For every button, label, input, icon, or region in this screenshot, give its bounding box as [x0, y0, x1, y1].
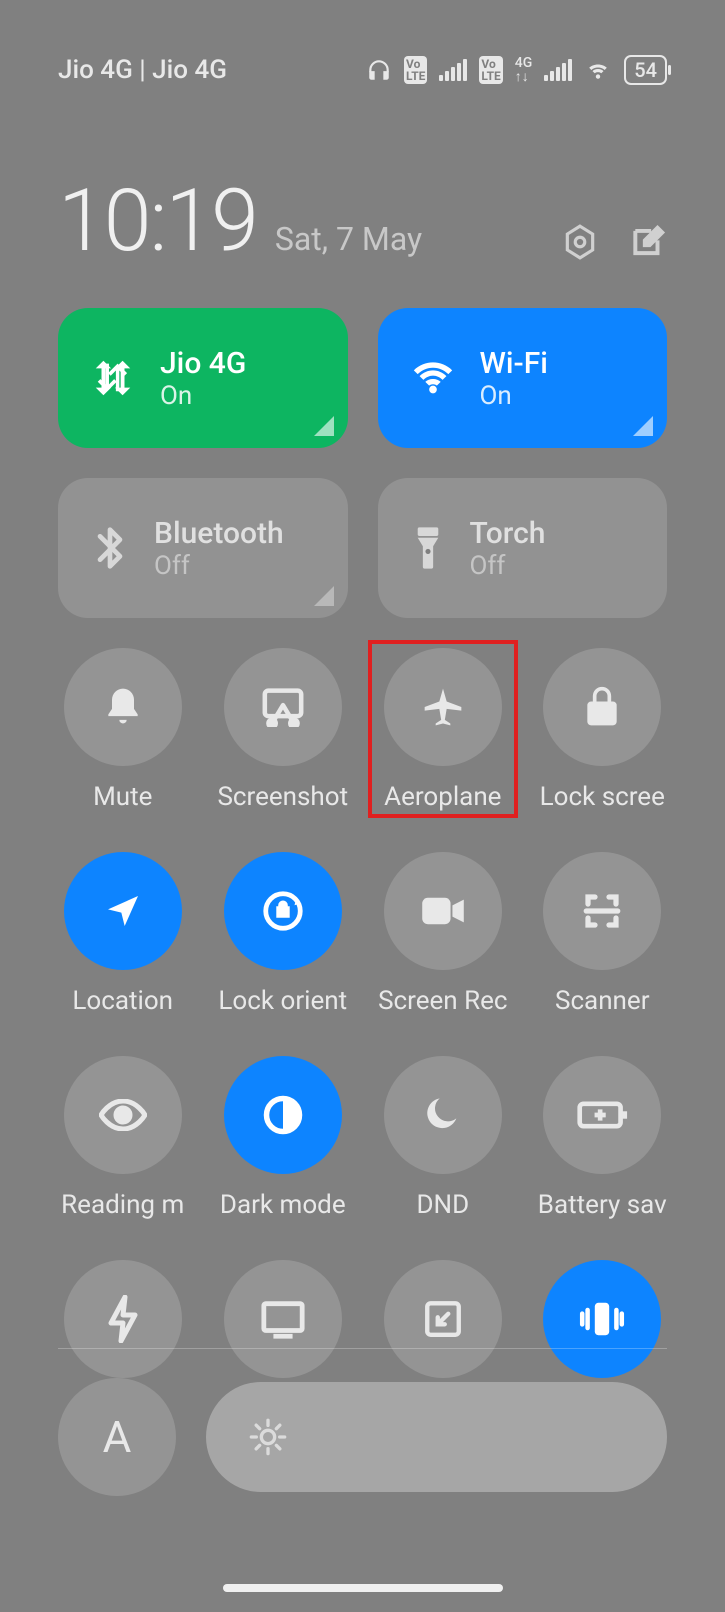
screenshot-label: Screenshot: [217, 782, 348, 812]
bluetooth-title: Bluetooth: [154, 516, 284, 551]
vibrate-tile[interactable]: [538, 1260, 667, 1378]
big-tiles: Jio 4G On Wi-Fi On Bluetooth Off Torch O…: [58, 308, 667, 618]
screenshot-tile[interactable]: Screenshot: [217, 648, 348, 812]
wifi-title: Wi-Fi: [480, 346, 548, 381]
mute-tile[interactable]: Mute: [58, 648, 187, 812]
screen-icon: [260, 1299, 306, 1339]
expand-icon: [633, 416, 653, 436]
bluetooth-state: Off: [154, 551, 284, 581]
dnd-label: DND: [416, 1190, 469, 1220]
font-size-button[interactable]: A: [58, 1378, 176, 1496]
mobile-data-title: Jio 4G: [160, 346, 246, 381]
torch-tile[interactable]: Torch Off: [378, 478, 668, 618]
clock-time: 10:19: [58, 170, 257, 271]
clock-date: Sat, 7 May: [275, 220, 422, 258]
eye-icon: [99, 1099, 147, 1131]
lock-screen-tile[interactable]: Lock scree: [538, 648, 667, 812]
battery-saver-tile[interactable]: Battery sav: [538, 1056, 667, 1220]
lock-screen-label: Lock scree: [540, 782, 665, 812]
bolt-icon: [105, 1295, 141, 1343]
scan-icon: [581, 890, 623, 932]
mute-label: Mute: [93, 782, 152, 812]
wifi-status-icon: [584, 59, 612, 81]
dnd-tile[interactable]: DND: [378, 1056, 507, 1220]
reading-mode-label: Reading m: [61, 1190, 184, 1220]
moon-icon: [423, 1095, 463, 1135]
volte-icon-2: VoLTE: [479, 56, 502, 84]
battery-indicator: 54: [624, 55, 667, 85]
aeroplane-tile[interactable]: Aeroplane: [378, 648, 507, 812]
lock-orient-label: Lock orient: [218, 986, 347, 1016]
expand-icon: [314, 586, 334, 606]
dark-mode-label: Dark mode: [220, 1190, 346, 1220]
cast-tile[interactable]: [217, 1260, 348, 1378]
clock-row: 10:19 Sat, 7 May: [58, 170, 667, 271]
screen-rec-label: Screen Rec: [378, 986, 507, 1016]
scissors-icon: [261, 687, 305, 727]
aeroplane-label: Aeroplane: [384, 782, 501, 812]
settings-icon[interactable]: [561, 223, 599, 261]
torch-state: Off: [470, 551, 546, 581]
dark-mode-tile[interactable]: Dark mode: [217, 1056, 348, 1220]
bell-icon: [101, 685, 145, 729]
signal-2-icon: [544, 59, 572, 81]
lock-icon: [583, 685, 621, 729]
rotation-lock-icon: [260, 888, 306, 934]
bluetooth-tile[interactable]: Bluetooth Off: [58, 478, 348, 618]
airplane-icon: [421, 685, 465, 729]
mobile-data-state: On: [160, 381, 246, 411]
video-icon: [420, 894, 466, 928]
reading-mode-tile[interactable]: Reading m: [58, 1056, 187, 1220]
lock-orient-tile[interactable]: Lock orient: [217, 852, 348, 1016]
signal-1-icon: [439, 59, 467, 81]
mobile-data-icon: [90, 355, 136, 401]
bluetooth-icon: [90, 524, 130, 572]
brightness-slider[interactable]: [206, 1382, 667, 1492]
edit-icon[interactable]: [629, 223, 667, 261]
contrast-icon: [261, 1093, 305, 1137]
scanner-label: Scanner: [555, 986, 650, 1016]
torch-icon: [410, 524, 446, 572]
torch-title: Torch: [470, 516, 546, 551]
expand-icon: [314, 416, 334, 436]
sun-icon: [248, 1417, 288, 1457]
scanner-tile[interactable]: Scanner: [538, 852, 667, 1016]
screen-rec-tile[interactable]: Screen Rec: [378, 852, 507, 1016]
wifi-icon: [410, 358, 456, 398]
battery-plus-icon: [576, 1099, 628, 1131]
location-arrow-icon: [103, 891, 143, 931]
mobile-data-tile[interactable]: Jio 4G On: [58, 308, 348, 448]
nav-handle[interactable]: [223, 1584, 503, 1592]
location-tile[interactable]: Location: [58, 852, 187, 1016]
small-tiles: Mute Screenshot Aeroplane Lock scree Loc…: [58, 648, 667, 1378]
divider: [58, 1348, 667, 1349]
carrier-label: Jio 4G | Jio 4G: [58, 55, 227, 85]
headphones-icon: [366, 57, 392, 83]
pip-icon: [422, 1298, 464, 1340]
vibrate-icon: [575, 1299, 629, 1339]
location-label: Location: [72, 986, 173, 1016]
wifi-tile[interactable]: Wi-Fi On: [378, 308, 668, 448]
status-bar: Jio 4G | Jio 4G VoLTE VoLTE 4G↑↓ 54: [0, 0, 725, 140]
battery-saver-label: Battery sav: [538, 1190, 667, 1220]
floating-window-tile[interactable]: [378, 1260, 507, 1378]
brightness-row: A: [58, 1378, 667, 1496]
performance-tile[interactable]: [58, 1260, 187, 1378]
wifi-state: On: [480, 381, 548, 411]
volte-icon-1: VoLTE: [404, 56, 427, 84]
net-4g-icon: 4G↑↓: [515, 56, 533, 84]
status-right: VoLTE VoLTE 4G↑↓ 54: [366, 55, 667, 85]
